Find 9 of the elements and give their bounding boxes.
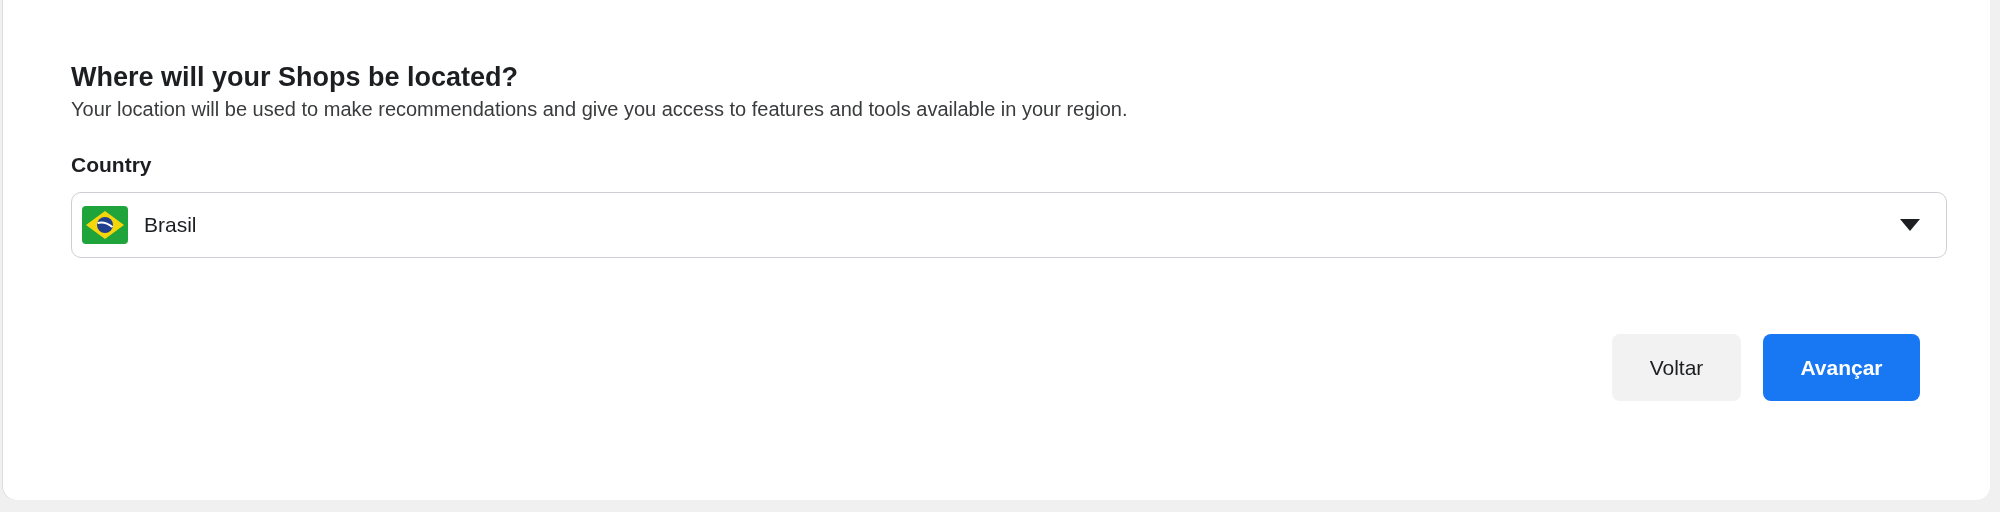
country-dropdown[interactable]: Brasil — [71, 192, 1947, 258]
flag-icon — [82, 206, 128, 244]
heading: Where will your Shops be located? — [71, 61, 520, 94]
selected-value: Brasil — [144, 212, 197, 239]
field-label: Country — [71, 152, 153, 178]
next-button[interactable]: Avançar — [1763, 334, 1920, 401]
back-button[interactable]: Voltar — [1612, 334, 1741, 401]
caret-icon — [1900, 219, 1920, 231]
description: Your location will be used to make recommendations and give you access to features and tools available in your region. — [71, 97, 1129, 122]
